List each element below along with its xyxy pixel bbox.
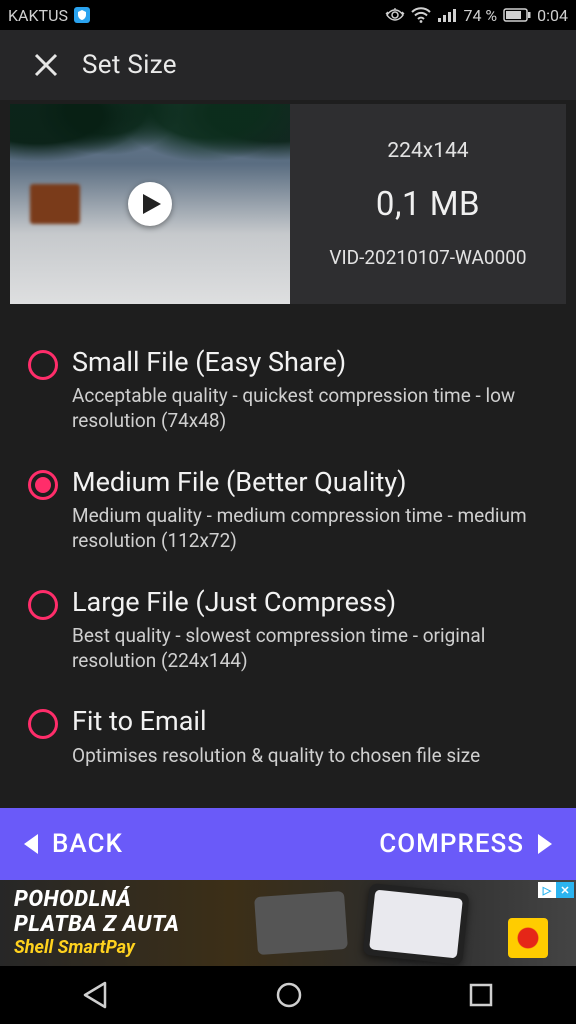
option-title: Large File (Just Compress) [72, 586, 554, 618]
ad-line1: POHODLNÁ [14, 888, 179, 911]
nav-home-icon[interactable] [274, 980, 304, 1010]
compress-button[interactable]: COMPRESS [379, 829, 552, 859]
android-nav-bar [0, 966, 576, 1024]
option-small-file[interactable]: Small File (Easy Share) Acceptable quali… [0, 332, 576, 452]
shell-logo-icon [508, 918, 548, 958]
option-title: Small File (Easy Share) [72, 346, 554, 378]
back-label: BACK [52, 829, 123, 859]
nav-back-icon[interactable] [81, 980, 111, 1010]
ad-banner[interactable]: POHODLNÁ PLATBA Z AUTA Shell SmartPay ▷ … [0, 880, 576, 966]
ad-info-icon[interactable]: ▷ [538, 882, 556, 898]
clock-label: 0:04 [537, 6, 568, 25]
video-filename: VID-20210107-WA0000 [329, 246, 526, 269]
option-desc: Acceptable quality - quickest compressio… [72, 384, 554, 433]
ad-phone-graphic [363, 883, 470, 965]
battery-percent: 74 % [463, 6, 497, 25]
option-title: Medium File (Better Quality) [72, 466, 554, 498]
option-desc: Medium quality - medium compression time… [72, 504, 554, 553]
video-resolution: 224x144 [387, 139, 468, 163]
app-header: Set Size [0, 30, 576, 100]
compress-label: COMPRESS [379, 829, 524, 859]
battery-icon [503, 8, 531, 22]
back-button[interactable]: BACK [24, 829, 123, 859]
option-large-file[interactable]: Large File (Just Compress) Best quality … [0, 572, 576, 692]
shield-icon [74, 7, 90, 23]
option-title: Fit to Email [72, 705, 554, 737]
option-fit-to-email[interactable]: Fit to Email Optimises resolution & qual… [0, 691, 576, 786]
option-desc: Best quality - slowest compression time … [72, 624, 554, 673]
radio-icon[interactable] [28, 350, 58, 380]
option-desc: Optimises resolution & quality to chosen… [72, 744, 554, 769]
bottom-action-bar: BACK COMPRESS [0, 808, 576, 880]
status-bar: KAKTUS 74 % 0:04 [0, 0, 576, 30]
ad-line2: PLATBA Z AUTA [14, 912, 179, 937]
wifi-icon [411, 7, 431, 23]
video-size: 0,1 MB [376, 185, 480, 224]
ad-card-graphic [254, 891, 348, 955]
ad-close-icon[interactable]: ✕ [556, 882, 574, 898]
signal-icon [437, 7, 457, 23]
video-meta: 224x144 0,1 MB VID-20210107-WA0000 [290, 104, 566, 304]
close-icon[interactable] [32, 51, 60, 79]
video-card: 224x144 0,1 MB VID-20210107-WA0000 [10, 104, 566, 304]
eye-icon [385, 8, 405, 22]
video-thumbnail[interactable] [10, 104, 290, 304]
ad-badge[interactable]: ▷ ✕ [538, 882, 574, 898]
triangle-right-icon [536, 833, 552, 855]
radio-icon-selected[interactable] [28, 470, 58, 500]
play-icon[interactable] [128, 182, 172, 226]
triangle-left-icon [24, 833, 40, 855]
radio-icon[interactable] [28, 590, 58, 620]
nav-recents-icon[interactable] [467, 981, 495, 1009]
carrier-label: KAKTUS [8, 6, 68, 25]
ad-line3: Shell SmartPay [14, 937, 179, 958]
option-medium-file[interactable]: Medium File (Better Quality) Medium qual… [0, 452, 576, 572]
page-title: Set Size [82, 50, 177, 80]
radio-icon[interactable] [28, 709, 58, 739]
size-options-list: Small File (Easy Share) Acceptable quali… [0, 304, 576, 808]
